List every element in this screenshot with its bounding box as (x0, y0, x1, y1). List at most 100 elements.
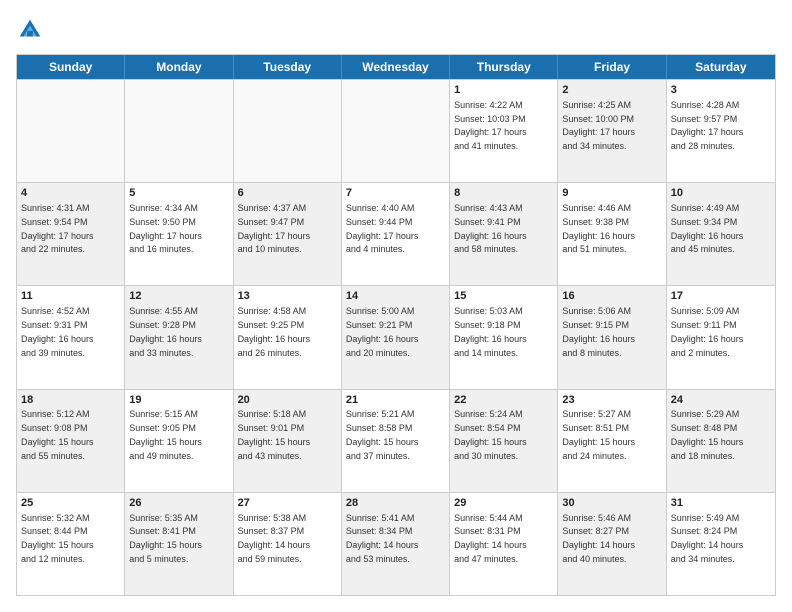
calendar-cell-empty-0-3 (342, 80, 450, 182)
calendar-row-4: 18Sunrise: 5:12 AM Sunset: 9:08 PM Dayli… (17, 389, 775, 492)
day-number: 23 (562, 393, 661, 408)
header-day-friday: Friday (558, 55, 666, 79)
cell-info: Sunrise: 4:22 AM Sunset: 10:03 PM Daylig… (454, 100, 527, 151)
calendar: SundayMondayTuesdayWednesdayThursdayFrid… (16, 54, 776, 596)
day-number: 5 (129, 186, 228, 201)
cell-info: Sunrise: 4:34 AM Sunset: 9:50 PM Dayligh… (129, 203, 202, 254)
day-number: 15 (454, 289, 553, 304)
calendar-cell-4: 4 Sunrise: 4:31 AM Sunset: 9:54 PM Daylig… (17, 183, 125, 285)
calendar-cell-17: 17 Sunrise: 5:09 AM Sunset: 9:11 PM Dayli… (667, 286, 775, 388)
cell-info: Sunrise: 4:52 AM Sunset: 9:31 PM Dayligh… (21, 306, 94, 357)
calendar-cell-8: 8 Sunrise: 4:43 AM Sunset: 9:41 PM Daylig… (450, 183, 558, 285)
day-number: 11 (21, 289, 120, 304)
calendar-row-2: 4 Sunrise: 4:31 AM Sunset: 9:54 PM Daylig… (17, 182, 775, 285)
cell-info: Sunrise: 5:38 AM Sunset: 8:37 PM Dayligh… (238, 513, 311, 564)
cell-info: Sunrise: 4:37 AM Sunset: 9:47 PM Dayligh… (238, 203, 311, 254)
calendar-cell-empty-0-0 (17, 80, 125, 182)
calendar-cell-1: 1 Sunrise: 4:22 AM Sunset: 10:03 PM Dayli… (450, 80, 558, 182)
calendar-cell-22: 22Sunrise: 5:24 AM Sunset: 8:54 PM Dayli… (450, 390, 558, 492)
calendar-row-3: 11 Sunrise: 4:52 AM Sunset: 9:31 PM Dayli… (17, 285, 775, 388)
day-number: 31 (671, 496, 771, 511)
calendar-cell-28: 28 Sunrise: 5:41 AM Sunset: 8:34 PM Dayli… (342, 493, 450, 595)
day-number: 7 (346, 186, 445, 201)
calendar-cell-26: 26Sunrise: 5:35 AM Sunset: 8:41 PM Dayli… (125, 493, 233, 595)
day-number: 14 (346, 289, 445, 304)
calendar-header: SundayMondayTuesdayWednesdayThursdayFrid… (17, 55, 775, 79)
calendar-cell-13: 13Sunrise: 4:58 AM Sunset: 9:25 PM Dayli… (234, 286, 342, 388)
cell-info: Sunrise: 5:06 AM Sunset: 9:15 PM Dayligh… (562, 306, 635, 357)
day-number: 9 (562, 186, 661, 201)
day-number: 3 (671, 83, 771, 98)
day-number: 28 (346, 496, 445, 511)
cell-info: Sunrise: 5:18 AM Sunset: 9:01 PM Dayligh… (238, 409, 311, 460)
day-number: 1 (454, 83, 553, 98)
day-number: 12 (129, 289, 228, 304)
calendar-cell-empty-0-2 (234, 80, 342, 182)
cell-info: Sunrise: 5:27 AM Sunset: 8:51 PM Dayligh… (562, 409, 635, 460)
calendar-cell-27: 27 Sunrise: 5:38 AM Sunset: 8:37 PM Dayli… (234, 493, 342, 595)
cell-info: Sunrise: 4:31 AM Sunset: 9:54 PM Dayligh… (21, 203, 94, 254)
calendar-cell-23: 23Sunrise: 5:27 AM Sunset: 8:51 PM Dayli… (558, 390, 666, 492)
calendar-cell-11: 11 Sunrise: 4:52 AM Sunset: 9:31 PM Dayli… (17, 286, 125, 388)
header-day-tuesday: Tuesday (234, 55, 342, 79)
calendar-cell-21: 21Sunrise: 5:21 AM Sunset: 8:58 PM Dayli… (342, 390, 450, 492)
header-day-wednesday: Wednesday (342, 55, 450, 79)
calendar-cell-empty-0-1 (125, 80, 233, 182)
day-number: 29 (454, 496, 553, 511)
calendar-cell-24: 24Sunrise: 5:29 AM Sunset: 8:48 PM Dayli… (667, 390, 775, 492)
day-number: 18 (21, 393, 120, 408)
cell-info: Sunrise: 5:09 AM Sunset: 9:11 PM Dayligh… (671, 306, 744, 357)
calendar-cell-18: 18Sunrise: 5:12 AM Sunset: 9:08 PM Dayli… (17, 390, 125, 492)
cell-info: Sunrise: 5:03 AM Sunset: 9:18 PM Dayligh… (454, 306, 527, 357)
calendar-cell-9: 9Sunrise: 4:46 AM Sunset: 9:38 PM Daylig… (558, 183, 666, 285)
cell-info: Sunrise: 5:49 AM Sunset: 8:24 PM Dayligh… (671, 513, 744, 564)
calendar-cell-12: 12 Sunrise: 4:55 AM Sunset: 9:28 PM Dayli… (125, 286, 233, 388)
calendar-cell-16: 16Sunrise: 5:06 AM Sunset: 9:15 PM Dayli… (558, 286, 666, 388)
header-day-monday: Monday (125, 55, 233, 79)
calendar-cell-19: 19Sunrise: 5:15 AM Sunset: 9:05 PM Dayli… (125, 390, 233, 492)
cell-info: Sunrise: 4:40 AM Sunset: 9:44 PM Dayligh… (346, 203, 419, 254)
logo (16, 16, 48, 44)
calendar-body: 1 Sunrise: 4:22 AM Sunset: 10:03 PM Dayli… (17, 79, 775, 595)
day-number: 10 (671, 186, 771, 201)
calendar-cell-29: 29 Sunrise: 5:44 AM Sunset: 8:31 PM Dayli… (450, 493, 558, 595)
header (16, 16, 776, 44)
day-number: 4 (21, 186, 120, 201)
cell-info: Sunrise: 5:15 AM Sunset: 9:05 PM Dayligh… (129, 409, 202, 460)
header-day-saturday: Saturday (667, 55, 775, 79)
calendar-cell-2: 2 Sunrise: 4:25 AM Sunset: 10:00 PM Dayli… (558, 80, 666, 182)
day-number: 25 (21, 496, 120, 511)
day-number: 2 (562, 83, 661, 98)
calendar-cell-30: 30 Sunrise: 5:46 AM Sunset: 8:27 PM Dayli… (558, 493, 666, 595)
calendar-cell-15: 15 Sunrise: 5:03 AM Sunset: 9:18 PM Dayli… (450, 286, 558, 388)
day-number: 8 (454, 186, 553, 201)
day-number: 22 (454, 393, 553, 408)
cell-info: Sunrise: 5:41 AM Sunset: 8:34 PM Dayligh… (346, 513, 419, 564)
day-number: 27 (238, 496, 337, 511)
cell-info: Sunrise: 5:44 AM Sunset: 8:31 PM Dayligh… (454, 513, 527, 564)
cell-info: Sunrise: 5:29 AM Sunset: 8:48 PM Dayligh… (671, 409, 744, 460)
cell-info: Sunrise: 4:49 AM Sunset: 9:34 PM Dayligh… (671, 203, 744, 254)
calendar-cell-10: 10 Sunrise: 4:49 AM Sunset: 9:34 PM Dayli… (667, 183, 775, 285)
calendar-cell-5: 5 Sunrise: 4:34 AM Sunset: 9:50 PM Daylig… (125, 183, 233, 285)
cell-info: Sunrise: 4:55 AM Sunset: 9:28 PM Dayligh… (129, 306, 202, 357)
day-number: 30 (562, 496, 661, 511)
page: SundayMondayTuesdayWednesdayThursdayFrid… (0, 0, 792, 612)
calendar-cell-3: 3Sunrise: 4:28 AM Sunset: 9:57 PM Daylig… (667, 80, 775, 182)
calendar-cell-20: 20Sunrise: 5:18 AM Sunset: 9:01 PM Dayli… (234, 390, 342, 492)
cell-info: Sunrise: 5:00 AM Sunset: 9:21 PM Dayligh… (346, 306, 419, 357)
cell-info: Sunrise: 4:43 AM Sunset: 9:41 PM Dayligh… (454, 203, 527, 254)
calendar-row-1: 1 Sunrise: 4:22 AM Sunset: 10:03 PM Dayli… (17, 79, 775, 182)
day-number: 20 (238, 393, 337, 408)
cell-info: Sunrise: 5:46 AM Sunset: 8:27 PM Dayligh… (562, 513, 635, 564)
calendar-cell-6: 6 Sunrise: 4:37 AM Sunset: 9:47 PM Daylig… (234, 183, 342, 285)
cell-info: Sunrise: 4:25 AM Sunset: 10:00 PM Daylig… (562, 100, 635, 151)
day-number: 26 (129, 496, 228, 511)
calendar-cell-7: 7 Sunrise: 4:40 AM Sunset: 9:44 PM Daylig… (342, 183, 450, 285)
calendar-cell-14: 14 Sunrise: 5:00 AM Sunset: 9:21 PM Dayli… (342, 286, 450, 388)
logo-icon (16, 16, 44, 44)
day-number: 24 (671, 393, 771, 408)
day-number: 6 (238, 186, 337, 201)
calendar-cell-31: 31 Sunrise: 5:49 AM Sunset: 8:24 PM Dayli… (667, 493, 775, 595)
day-number: 17 (671, 289, 771, 304)
